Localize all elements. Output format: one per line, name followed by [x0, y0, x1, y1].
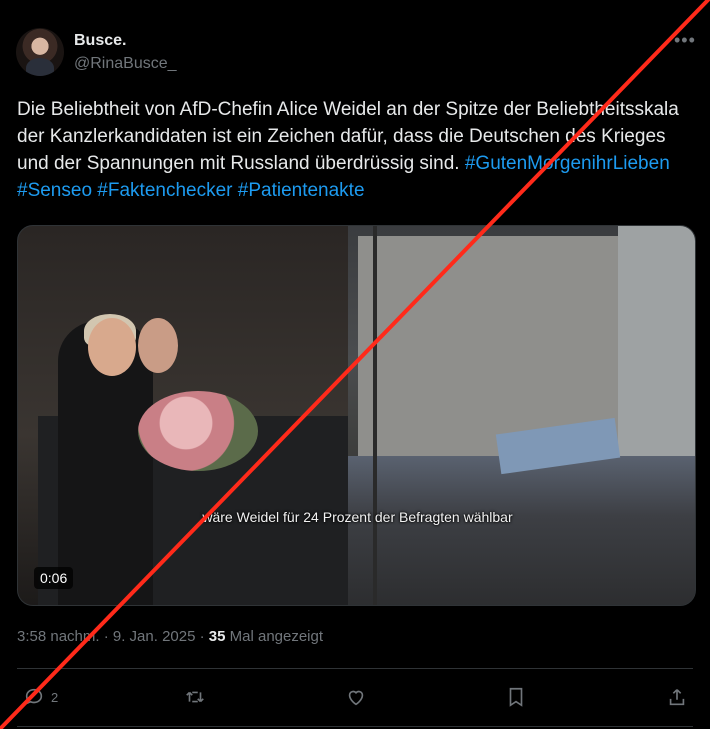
reply-button[interactable]: 2	[23, 684, 58, 710]
bookmark-icon	[509, 687, 523, 707]
tweet-meta: 3:58 nachm. · 9. Jan. 2025 · 35 Mal ange…	[17, 628, 323, 645]
divider	[17, 726, 693, 727]
video-subtitle: wäre Weidel für 24 Prozent der Befragten…	[202, 509, 513, 525]
user-handle[interactable]: @RinaBusce_	[74, 55, 177, 73]
video-frame-head	[88, 318, 136, 376]
video-player[interactable]: wäre Weidel für 24 Prozent der Befragten…	[17, 225, 696, 606]
bookmark-button[interactable]	[505, 684, 527, 710]
divider	[17, 668, 693, 669]
video-frame-sky	[618, 226, 695, 466]
hashtag-link[interactable]: #GutenMorgenihrLieben	[465, 153, 670, 174]
video-frame-head	[138, 318, 178, 373]
more-icon[interactable]: •••	[674, 30, 696, 51]
video-duration: 0:06	[34, 567, 74, 589]
timestamp[interactable]: 3:58 nachm. · 9. Jan. 2025 ·	[17, 628, 209, 645]
hashtag-link[interactable]: #Patientenakte	[238, 180, 365, 201]
hashtag-link[interactable]: #Faktenchecker	[97, 180, 232, 201]
retweet-icon	[186, 691, 204, 703]
video-frame-crowd	[348, 456, 695, 605]
display-name[interactable]: Busce.	[74, 32, 126, 50]
reply-icon	[25, 688, 43, 705]
views-count: 35	[208, 628, 226, 645]
video-frame-flowers	[138, 391, 258, 471]
hashtag-link[interactable]: #Senseo	[17, 180, 92, 201]
share-button[interactable]	[666, 684, 688, 710]
like-icon	[348, 690, 364, 706]
share-icon	[669, 689, 685, 706]
video-frame-pole	[373, 226, 377, 605]
like-button[interactable]	[345, 684, 367, 710]
tweet-text: Die Beliebtheit von AfD-Chefin Alice Wei…	[17, 96, 697, 204]
reply-count: 2	[51, 689, 59, 705]
avatar[interactable]	[16, 28, 64, 76]
retweet-button[interactable]	[184, 684, 206, 710]
views-label: Mal angezeigt	[225, 628, 324, 645]
tweet: Busce. @RinaBusce_ ••• Die Beliebtheit v…	[0, 0, 710, 729]
